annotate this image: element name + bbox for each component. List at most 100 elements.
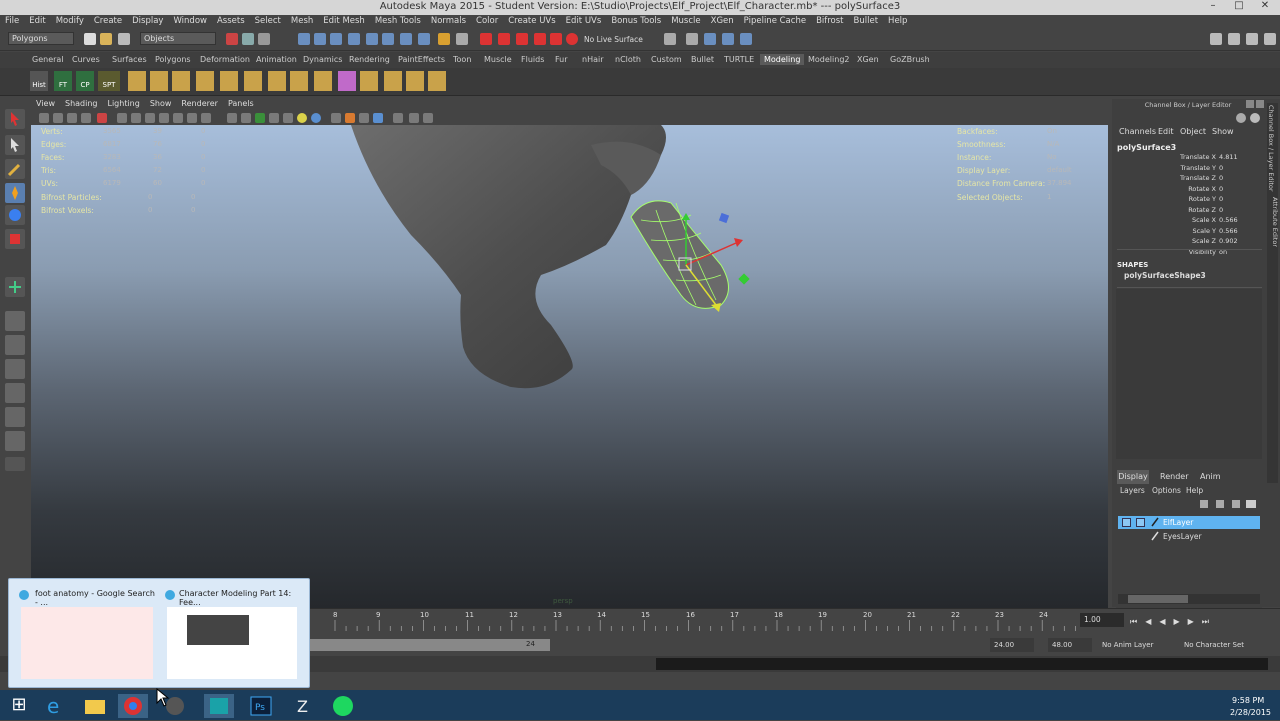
shadows-icon[interactable]	[297, 113, 307, 123]
ipr-render-icon[interactable]	[418, 33, 430, 45]
poly-tool-12-icon[interactable]	[384, 71, 402, 91]
snap-grid-icon[interactable]	[298, 33, 310, 45]
layout-four-panes-icon[interactable]	[5, 335, 25, 355]
layout-graph-icon[interactable]	[1264, 33, 1276, 45]
time-slider[interactable]: 8 9 10 11 12 13 14 15 16 17 18 19 20 21 …	[310, 608, 1280, 632]
new-scene-icon[interactable]	[84, 33, 96, 45]
attr-row[interactable]: Translate Z0	[1112, 174, 1262, 184]
poly-tool-5-icon[interactable]	[220, 71, 238, 91]
zbrush-icon[interactable]: Z	[288, 694, 318, 718]
snap-curve-icon[interactable]	[314, 33, 326, 45]
history-icon[interactable]	[382, 33, 394, 45]
layout-single-pane-icon[interactable]	[5, 311, 25, 331]
camera-select-icon[interactable]	[39, 113, 49, 123]
center-pivot-icon[interactable]: CP	[76, 71, 94, 91]
snap-together-icon[interactable]	[498, 33, 510, 45]
xray-components-icon[interactable]	[423, 113, 433, 123]
grid-icon[interactable]	[117, 113, 127, 123]
range-bar[interactable]	[310, 639, 550, 651]
menu-modify[interactable]: Modify	[51, 15, 89, 26]
channelbox-menu-edit[interactable]: Edit	[1158, 127, 1174, 136]
attr-row[interactable]: Scale X 0.566	[1112, 216, 1262, 226]
layout-outliner-icon[interactable]	[1246, 33, 1258, 45]
menu-create[interactable]: Create	[89, 15, 127, 26]
system-tray[interactable]	[1120, 700, 1220, 712]
grease-pencil-icon[interactable]	[97, 113, 107, 123]
layer-color-icon[interactable]	[1150, 531, 1160, 541]
image-plane-icon[interactable]	[81, 113, 91, 123]
layer-menu-options[interactable]: Options	[1152, 486, 1181, 495]
lock-icon[interactable]	[438, 33, 450, 45]
poly-tool-2-icon[interactable]	[150, 71, 168, 91]
render-frame-icon[interactable]	[400, 33, 412, 45]
layer-menu-layers[interactable]: Layers	[1120, 486, 1145, 495]
xray-joints-icon[interactable]	[409, 113, 419, 123]
selection-mode-dropdown[interactable]: Objects	[140, 32, 216, 45]
menu-muscle[interactable]: Muscle	[666, 15, 705, 26]
tab-render[interactable]: Render	[1160, 470, 1188, 483]
soft-select-icon[interactable]	[534, 33, 546, 45]
anim-end-field[interactable]: 48.00	[1048, 638, 1092, 652]
anim-layer-dropdown[interactable]: No Anim Layer	[1102, 641, 1153, 649]
panel-menu-show[interactable]: Show	[145, 99, 177, 108]
safe-action-icon[interactable]	[187, 113, 197, 123]
ipr-icon[interactable]	[740, 33, 752, 45]
preview-window-2[interactable]: Character Modeling Part 14: Fee...	[159, 587, 305, 682]
internet-explorer-icon[interactable]: e	[40, 694, 70, 718]
poly-tool-6-icon[interactable]	[244, 71, 262, 91]
menu-bullet[interactable]: Bullet	[849, 15, 884, 26]
snap-align-icon[interactable]	[516, 33, 528, 45]
hist-icon[interactable]: Hist	[30, 71, 48, 91]
layout-graph-editor-icon[interactable]	[5, 407, 25, 427]
scale-tool-icon[interactable]	[5, 229, 25, 249]
shelf-tab-dynamics[interactable]: Dynamics	[299, 54, 346, 65]
poly-tool-8-icon[interactable]	[290, 71, 308, 91]
attr-row[interactable]: Rotate X0	[1112, 185, 1262, 195]
close-button[interactable]: ✕	[1256, 0, 1274, 14]
chrome-taskbar-icon[interactable]	[118, 694, 148, 718]
poly-tool-13-icon[interactable]	[406, 71, 424, 91]
shelf-tab-deformation[interactable]: Deformation	[196, 54, 254, 65]
shelf-tab-custom[interactable]: Custom	[647, 54, 686, 65]
menu-help[interactable]: Help	[883, 15, 912, 26]
multisample-aa-icon[interactable]	[345, 113, 355, 123]
layer-menu-help[interactable]: Help	[1186, 486, 1203, 495]
render-view-icon[interactable]	[686, 33, 698, 45]
menu-file[interactable]: File	[0, 15, 24, 26]
poly-tool-9-icon[interactable]	[314, 71, 332, 91]
layer-row-eyeslayer[interactable]: EyesLayer	[1118, 530, 1260, 543]
menu-edit-uvs[interactable]: Edit UVs	[561, 15, 607, 26]
shelf-tab-nhair[interactable]: nHair	[578, 54, 608, 65]
layer-visibility-toggle[interactable]	[1122, 518, 1131, 527]
shelf-tab-ncloth[interactable]: nCloth	[611, 54, 645, 65]
side-tab-channelbox[interactable]: Channel Box / Layer Editor	[1267, 105, 1275, 205]
isolate-select-icon[interactable]	[393, 113, 403, 123]
attr-row[interactable]: Rotate Z0	[1112, 206, 1262, 216]
channelbox-menu-show[interactable]: Show	[1212, 127, 1234, 136]
layout-four-icon[interactable]	[1228, 33, 1240, 45]
symmetry-icon[interactable]	[550, 33, 562, 45]
shelf-tab-painteffects[interactable]: PaintEffects	[394, 54, 449, 65]
wireframe-on-shaded-icon[interactable]	[255, 113, 265, 123]
menu-mesh[interactable]: Mesh	[286, 15, 318, 26]
menu-display[interactable]: Display	[127, 15, 168, 26]
hypershade-icon[interactable]	[704, 33, 716, 45]
select-tool-icon[interactable]	[5, 109, 25, 129]
panel-menu-renderer[interactable]: Renderer	[176, 99, 223, 108]
character-set-dropdown[interactable]: No Character Set	[1184, 641, 1244, 649]
menu-bifrost[interactable]: Bifrost	[811, 15, 848, 26]
layer-display-type-toggle[interactable]	[1136, 518, 1145, 527]
shelf-tab-toon[interactable]: Toon	[449, 54, 475, 65]
freeze-transform-icon[interactable]: FT	[54, 71, 72, 91]
attr-row[interactable]: Translate X 4.811	[1112, 153, 1262, 163]
panel-menu-lighting[interactable]: Lighting	[102, 99, 144, 108]
poly-tool-14-icon[interactable]	[428, 71, 446, 91]
snap-point-icon[interactable]	[330, 33, 342, 45]
shelf-tab-gozbrush[interactable]: GoZBrush	[886, 54, 934, 65]
poly-tool-3-icon[interactable]	[172, 71, 190, 91]
save-scene-icon[interactable]	[118, 33, 130, 45]
attr-row[interactable]: Scale Y 0.566	[1112, 227, 1262, 237]
layout-more-icon[interactable]	[5, 457, 25, 471]
use-lights-icon[interactable]	[283, 113, 293, 123]
poly-tool-7-icon[interactable]	[268, 71, 286, 91]
